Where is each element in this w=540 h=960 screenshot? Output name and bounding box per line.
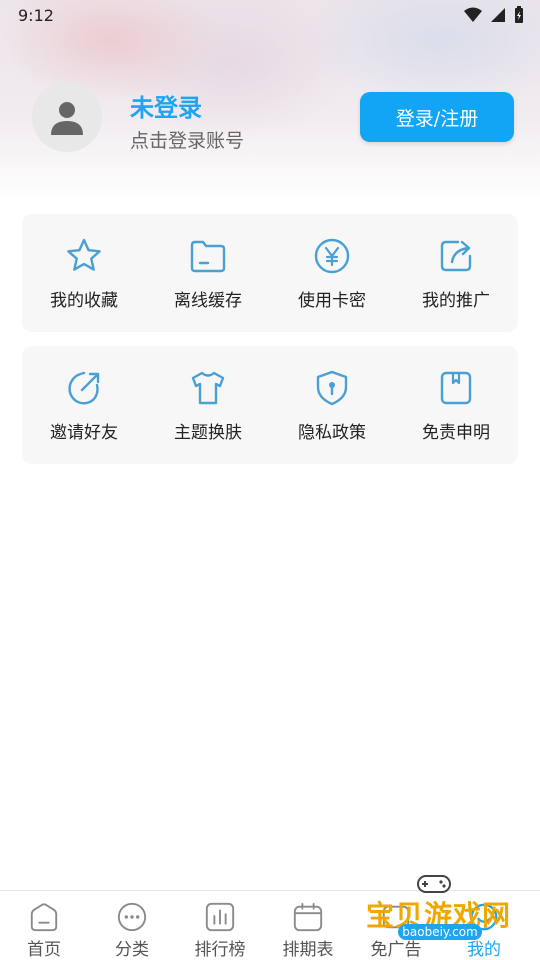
tshirt-icon: [191, 371, 225, 405]
tab-home[interactable]: 首页: [0, 891, 88, 960]
share-icon: [440, 240, 472, 272]
watermark-logo: 宝贝游戏网 baobeiy.com: [360, 866, 520, 946]
tab-ranking[interactable]: 排行榜: [176, 891, 264, 960]
menu-item-label: 使用卡密: [298, 291, 366, 311]
folder-icon: [190, 240, 226, 273]
signal-icon: [491, 8, 505, 22]
tab-category[interactable]: 分类: [88, 891, 176, 960]
shield-icon: [316, 370, 348, 406]
menu-item-invite-friends[interactable]: 邀请好友: [22, 346, 146, 464]
menu-item-label: 免责申明: [422, 423, 490, 443]
menu-item-label: 离线缓存: [174, 291, 242, 311]
yen-coin-icon: [314, 238, 350, 274]
menu-item-privacy-policy[interactable]: 隐私政策: [270, 346, 394, 464]
tab-schedule[interactable]: 排期表: [264, 891, 352, 960]
menu-card-primary: 我的收藏 离线缓存 使用卡密 我的推广: [22, 214, 518, 332]
home-icon: [30, 903, 58, 932]
profile-subtitle[interactable]: 点击登录账号: [130, 126, 244, 153]
profile-section[interactable]: 未登录 点击登录账号 登录/注册: [32, 82, 514, 154]
calendar-icon: [293, 902, 323, 932]
more-dots-icon: [117, 902, 147, 932]
menu-item-offline-cache[interactable]: 离线缓存: [146, 214, 270, 332]
menu-item-label: 我的收藏: [50, 291, 118, 311]
profile-name: 未登录: [130, 94, 202, 122]
menu-item-theme-skin[interactable]: 主题换肤: [146, 346, 270, 464]
menu-item-label: 邀请好友: [50, 423, 118, 443]
menu-item-disclaimer[interactable]: 免责申明: [394, 346, 518, 464]
menu-item-use-card-key[interactable]: 使用卡密: [270, 214, 394, 332]
status-bar: 9:12: [0, 0, 540, 32]
avatar[interactable]: [32, 82, 102, 152]
status-icons: [464, 6, 524, 24]
login-register-button[interactable]: 登录/注册: [360, 92, 514, 142]
menu-item-label: 隐私政策: [298, 423, 366, 443]
menu-item-favorites[interactable]: 我的收藏: [22, 214, 146, 332]
tab-label: 排期表: [282, 940, 334, 960]
invite-arrow-icon: [68, 371, 100, 405]
tab-label: 首页: [27, 940, 61, 960]
battery-icon: [515, 6, 523, 23]
menu-item-my-promotion[interactable]: 我的推广: [394, 214, 518, 332]
bar-chart-icon: [205, 902, 235, 932]
tab-label: 分类: [115, 940, 149, 960]
star-icon: [67, 238, 101, 271]
wifi-icon: [464, 7, 482, 22]
menu-item-label: 我的推广: [422, 291, 490, 311]
bookmark-icon: [440, 371, 472, 405]
gamepad-icon: [417, 875, 451, 893]
tab-label: 排行榜: [194, 940, 246, 960]
user-silhouette-icon: [51, 102, 83, 135]
watermark-url: baobeiy.com: [398, 924, 482, 940]
status-time: 9:12: [18, 6, 54, 25]
menu-card-secondary: 邀请好友 主题换肤 隐私政策 免责申明: [22, 346, 518, 464]
menu-item-label: 主题换肤: [174, 423, 242, 443]
